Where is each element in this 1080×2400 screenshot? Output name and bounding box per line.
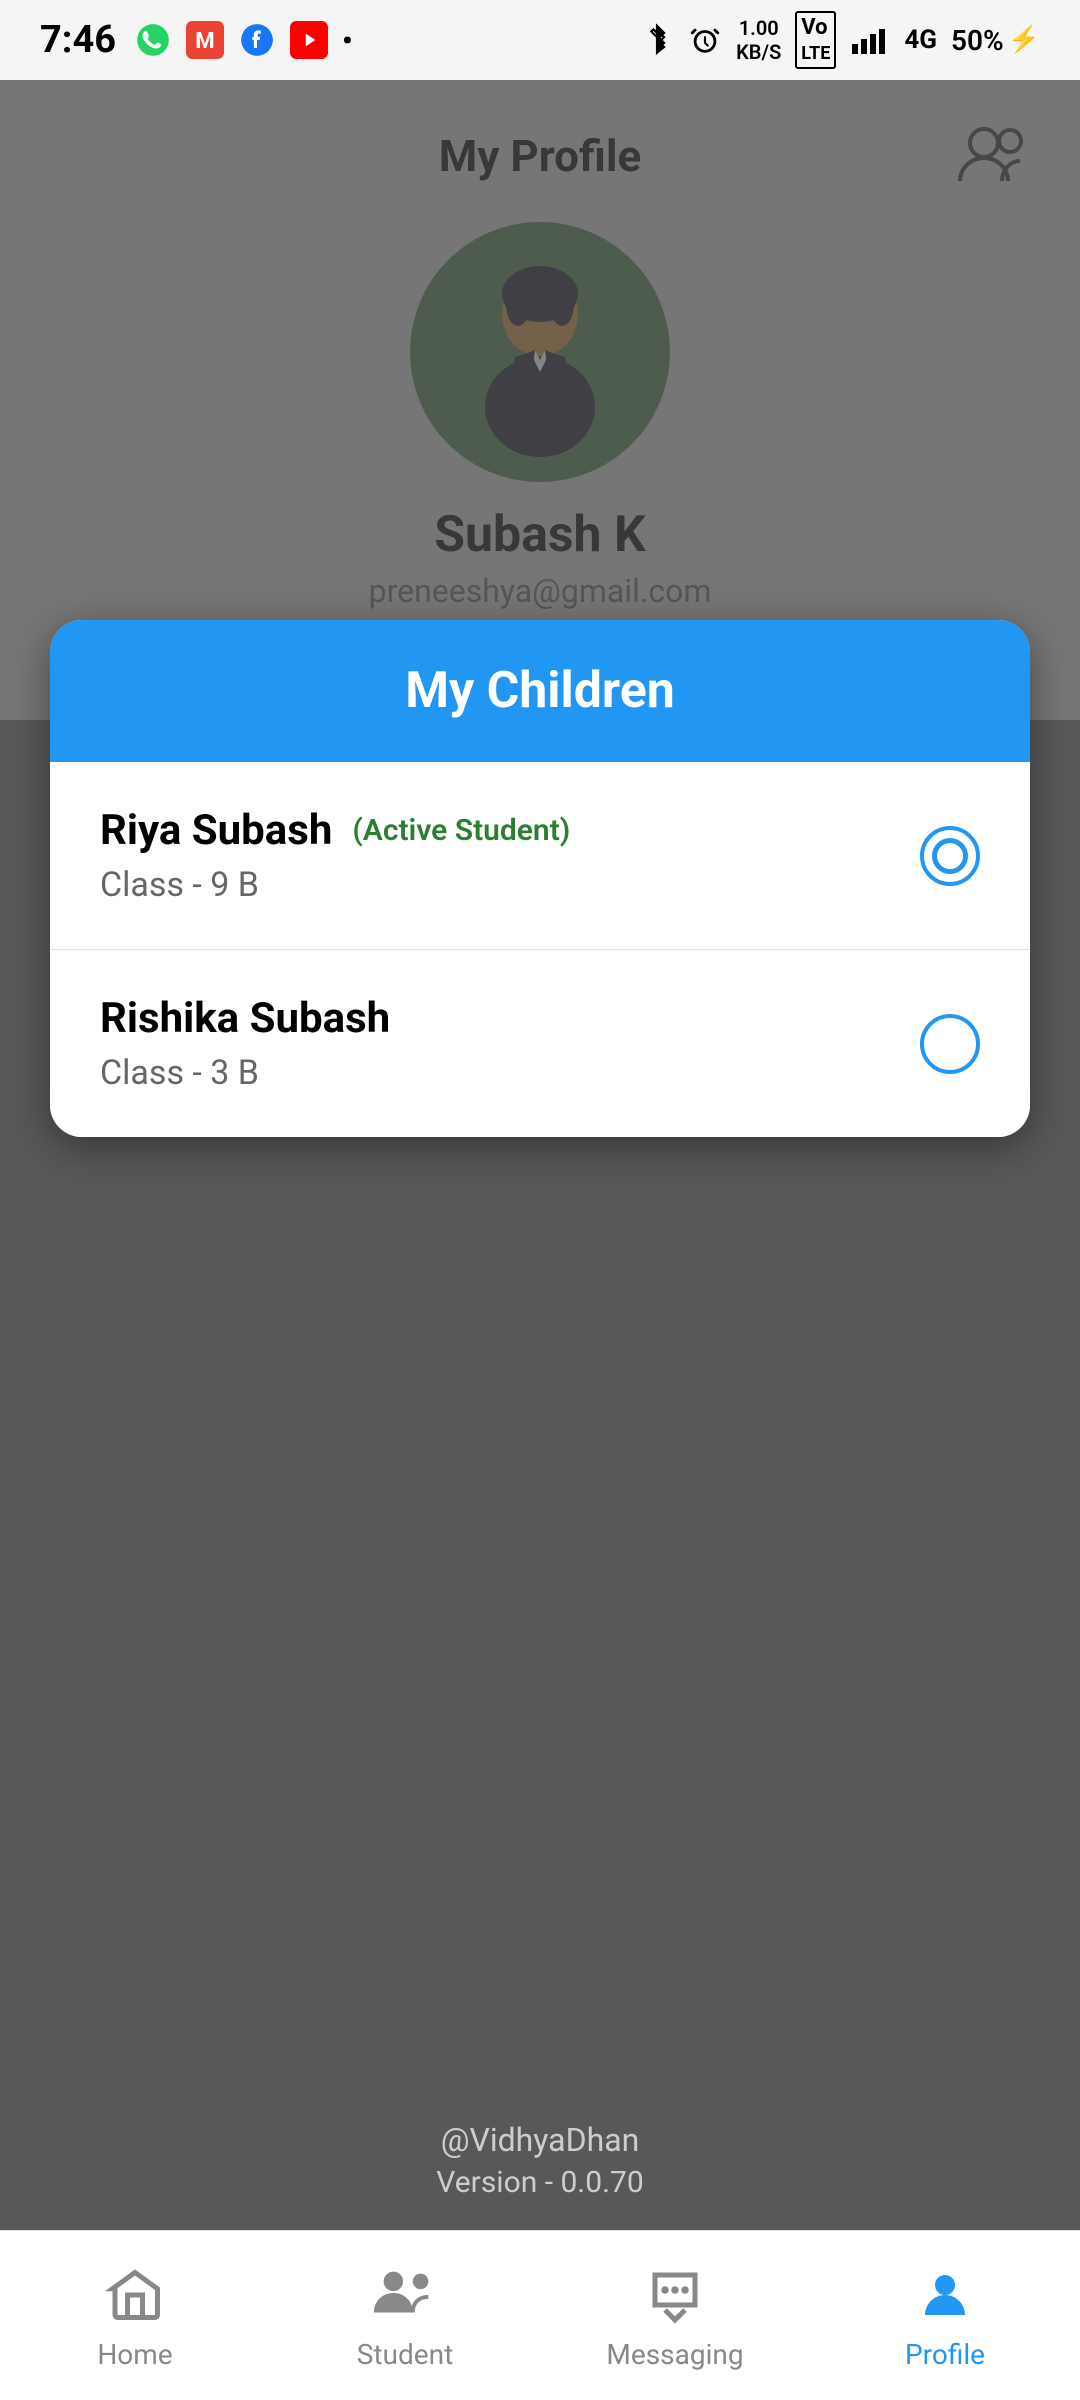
messaging-icon <box>640 2260 710 2330</box>
gmail-icon: M <box>186 21 224 59</box>
student-icon <box>370 2260 440 2330</box>
child-class-2: Class - 3 B <box>100 1053 259 1093</box>
facebook-icon <box>238 21 276 59</box>
child-name-2: Rishika Subash <box>100 994 390 1043</box>
vidhyadhan-label: @VidhyaDhan <box>441 2121 640 2159</box>
child-name-row-2: Rishika Subash <box>100 994 920 1043</box>
nav-item-student[interactable]: Student <box>270 2260 540 2371</box>
student-label: Student <box>357 2338 453 2371</box>
child-class-1: Class - 9 B <box>100 865 259 905</box>
profile-label: Profile <box>905 2338 985 2371</box>
notification-dot: • <box>342 24 352 57</box>
speed-indicator: 1.00 KB/S <box>736 16 781 64</box>
battery-indicator: 50% ⚡ <box>951 24 1040 57</box>
version-label: Version - 0.0.70 <box>436 2165 643 2200</box>
radio-button-1[interactable] <box>920 826 980 886</box>
nav-item-profile[interactable]: Profile <box>810 2260 1080 2371</box>
bottom-navigation: Home Student Messaging <box>0 2230 1080 2400</box>
home-label: Home <box>97 2338 172 2371</box>
child-item-2[interactable]: Rishika Subash Class - 3 B <box>50 950 1030 1137</box>
child-name-row-1: Riya Subash (Active Student) <box>100 806 920 855</box>
active-badge-1: (Active Student) <box>352 813 570 848</box>
network-type: 4G <box>904 25 937 55</box>
nav-item-messaging[interactable]: Messaging <box>540 2260 810 2371</box>
child-info-1: Riya Subash (Active Student) Class - 9 B <box>100 806 920 905</box>
modal-header: My Children <box>50 620 1030 762</box>
status-right: 1.00 KB/S VoLTE 4G 50% ⚡ <box>640 11 1040 69</box>
nav-item-home[interactable]: Home <box>0 2260 270 2371</box>
svg-text:M: M <box>195 28 214 54</box>
messaging-label: Messaging <box>606 2338 743 2371</box>
footer-info: @VidhyaDhan Version - 0.0.70 <box>0 2121 1080 2200</box>
radio-button-2[interactable] <box>920 1014 980 1074</box>
radio-selected-indicator-1 <box>932 838 968 874</box>
whatsapp-icon <box>134 21 172 59</box>
profile-icon <box>910 2260 980 2330</box>
status-left: 7:46 M • <box>40 18 353 62</box>
home-icon <box>100 2260 170 2330</box>
status-icons: M • <box>134 21 352 59</box>
youtube-icon <box>290 21 328 59</box>
signal-bars <box>850 23 890 57</box>
my-children-modal: My Children Riya Subash (Active Student)… <box>50 620 1030 1137</box>
volte-icon: VoLTE <box>795 11 836 69</box>
modal-body: Riya Subash (Active Student) Class - 9 B… <box>50 762 1030 1137</box>
alarm-icon <box>688 23 722 57</box>
bluetooth-icon <box>640 23 674 57</box>
child-name-1: Riya Subash <box>100 806 332 855</box>
modal-title: My Children <box>405 662 675 720</box>
child-item-1[interactable]: Riya Subash (Active Student) Class - 9 B <box>50 762 1030 950</box>
status-time: 7:46 <box>40 18 116 62</box>
background-overlay <box>0 80 1080 2230</box>
child-info-2: Rishika Subash Class - 3 B <box>100 994 920 1093</box>
status-bar: 7:46 M • 1.00 KB/S VoLTE <box>0 0 1080 80</box>
